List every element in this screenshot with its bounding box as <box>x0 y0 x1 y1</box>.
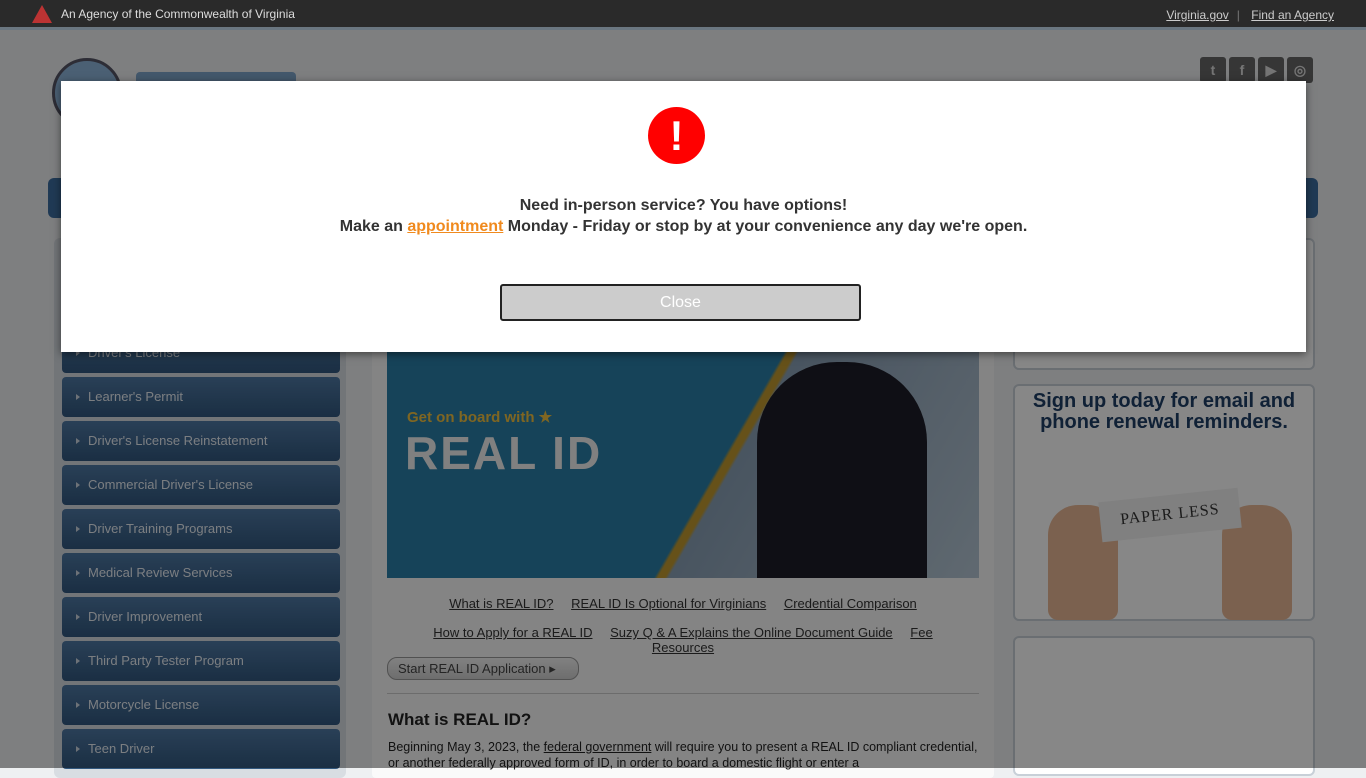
modal-text: Make an <box>339 218 408 235</box>
modal-message: Need in-person service? You have options… <box>61 195 1306 237</box>
top-bar: An Agency of the Commonwealth of Virgini… <box>0 0 1366 30</box>
service-options-modal: ! Need in-person service? You have optio… <box>61 81 1306 352</box>
exclamation-alert-icon: ! <box>648 107 705 164</box>
modal-text: Monday - Friday or stop by at your conve… <box>503 218 1028 235</box>
agency-text: An Agency of the Commonwealth of Virgini… <box>61 7 295 21</box>
find-agency-link[interactable]: Find an Agency <box>1251 8 1334 22</box>
virginia-gov-link[interactable]: Virginia.gov <box>1166 8 1228 22</box>
modal-line-2: Make an appointment Monday - Friday or s… <box>61 216 1306 237</box>
close-button[interactable]: Close <box>500 284 861 321</box>
modal-line-1: Need in-person service? You have options… <box>519 197 848 214</box>
appointment-link[interactable]: appointment <box>407 218 503 235</box>
virginia-logo-icon <box>32 5 52 23</box>
